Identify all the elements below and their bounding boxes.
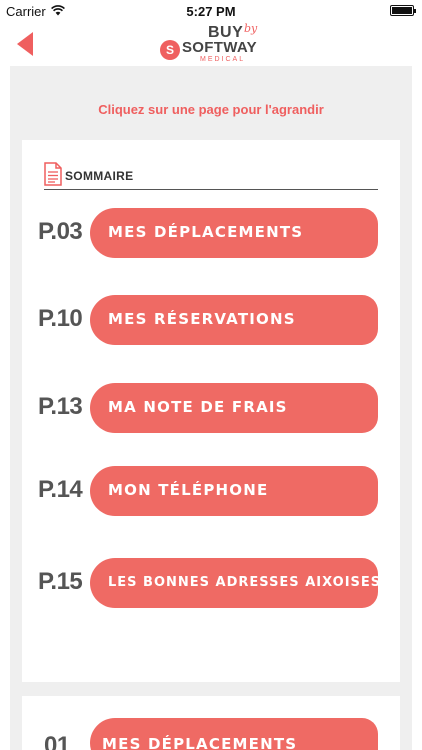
status-bar: Carrier 5:27 PM: [0, 0, 422, 22]
enlarge-hint: Cliquez sur une page pour l'agrandir: [98, 102, 324, 117]
toc-label: MON TÉLÉPHONE: [108, 481, 269, 499]
logo-by: by: [244, 22, 258, 35]
toc-page-number: P.15: [38, 568, 83, 595]
toc-item-reservations[interactable]: P.10 MES RÉSERVATIONS: [22, 295, 400, 345]
toc-page-number: 01: [44, 732, 70, 750]
toc-item-deplacements-detail[interactable]: 01 MES DÉPLACEMENTS: [22, 718, 400, 750]
logo-softway: SOFTWAY: [182, 39, 257, 56]
status-time: 5:27 PM: [186, 4, 236, 19]
page-card[interactable]: 01 MES DÉPLACEMENTS: [22, 696, 400, 750]
toc-page-number: P.14: [38, 476, 83, 503]
logo-medical: MEDICAL: [200, 56, 246, 63]
nav-bar: BUY by S SOFTWAY MEDICAL: [0, 22, 422, 66]
toc-label: LES BONNES ADRESSES AIXOISES: [108, 575, 382, 590]
document-icon: [44, 162, 62, 191]
toc-page-number: P.13: [38, 393, 83, 420]
toc-item-deplacements[interactable]: P.03 MES DÉPLACEMENTS: [22, 208, 400, 258]
logo-badge: S: [160, 40, 180, 60]
toc-page-number: P.03: [38, 218, 83, 245]
page-card[interactable]: SOMMAIRE P.03 MES DÉPLACEMENTS P.10 MES …: [22, 140, 400, 682]
back-button[interactable]: [8, 28, 42, 60]
sommaire-header: SOMMAIRE: [44, 162, 378, 190]
toc-page-number: P.10: [38, 305, 83, 332]
toc-item-bonnes-adresses[interactable]: P.15 LES BONNES ADRESSES AIXOISES: [22, 558, 400, 608]
sommaire-label: SOMMAIRE: [65, 169, 134, 183]
toc-item-telephone[interactable]: P.14 MON TÉLÉPHONE: [22, 466, 400, 516]
toc-item-note-de-frais[interactable]: P.13 MA NOTE DE FRAIS: [22, 383, 400, 433]
toc-label: MES RÉSERVATIONS: [108, 310, 296, 328]
status-right: [390, 4, 416, 16]
softway-logo: BUY by S SOFTWAY MEDICAL: [160, 22, 270, 64]
content-area: Cliquez sur une page pour l'agrandir SOM…: [10, 66, 412, 750]
toc-label: MES DÉPLACEMENTS: [102, 735, 298, 750]
back-arrow-icon: [17, 32, 33, 56]
toc-label: MA NOTE DE FRAIS: [108, 398, 288, 416]
battery-icon: [390, 5, 416, 16]
toc-label: MES DÉPLACEMENTS: [108, 223, 304, 241]
